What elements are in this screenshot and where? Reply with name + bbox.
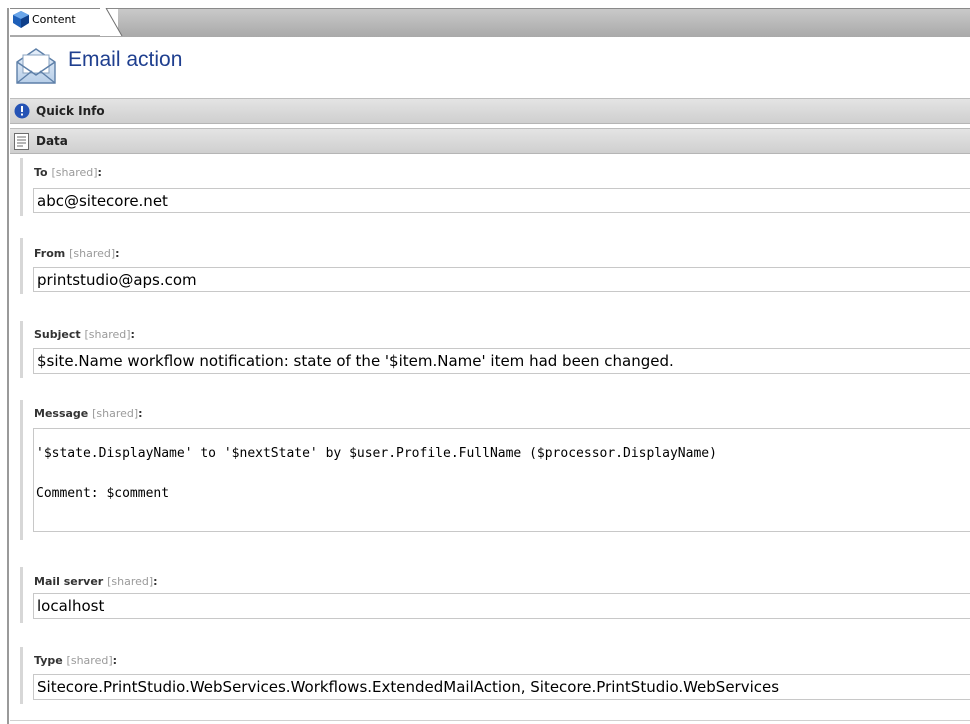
message-line-2: Comment: $comment: [36, 486, 170, 501]
panel-bottom-border: [10, 720, 970, 721]
tab-edge: [100, 8, 123, 36]
type-label-text: Type: [34, 654, 63, 667]
to-label: To [shared]:: [34, 166, 102, 179]
subject-colon: :: [130, 328, 135, 341]
from-shared-tag: [shared]: [69, 247, 116, 260]
tab-strip: Content: [0, 0, 970, 37]
quick-info-section[interactable]: Quick Info: [10, 98, 970, 124]
to-field[interactable]: abc@sitecore.net: [33, 188, 970, 213]
from-field[interactable]: printstudio@aps.com: [33, 267, 970, 292]
from-label-text: From: [34, 247, 66, 260]
panel-left-border: [7, 8, 9, 724]
field-marker: [20, 238, 23, 294]
document-icon: [14, 133, 29, 150]
message-line-1: '$state.DisplayName' to '$nextState' by …: [36, 446, 717, 461]
mail-server-label: Mail server [shared]:: [34, 575, 158, 588]
quick-info-label: Quick Info: [36, 104, 105, 118]
cube-icon: [13, 11, 29, 28]
to-label-text: To: [34, 166, 48, 179]
data-label: Data: [36, 134, 68, 148]
message-colon: :: [138, 407, 143, 420]
tab-bar: [10, 8, 970, 37]
to-shared-tag: [shared]: [51, 166, 98, 179]
message-shared-tag: [shared]: [92, 407, 139, 420]
mail-server-shared-tag: [shared]: [107, 575, 154, 588]
envelope-icon: [16, 48, 56, 84]
message-field[interactable]: '$state.DisplayName' to '$nextState' by …: [33, 428, 970, 532]
from-colon: :: [115, 247, 120, 260]
to-colon: :: [97, 166, 102, 179]
data-section[interactable]: Data: [10, 128, 970, 154]
info-icon: [14, 103, 30, 119]
type-shared-tag: [shared]: [66, 654, 113, 667]
subject-field[interactable]: $site.Name workflow notification: state …: [33, 348, 970, 374]
field-marker: [20, 567, 23, 623]
page-title: Email action: [68, 48, 183, 71]
subject-shared-tag: [shared]: [84, 328, 131, 341]
field-marker: [20, 647, 23, 704]
field-marker: [20, 158, 23, 216]
from-label: From [shared]:: [34, 247, 120, 260]
tab-label: Content: [32, 13, 76, 26]
type-label: Type [shared]:: [34, 654, 117, 667]
mail-server-label-text: Mail server: [34, 575, 104, 588]
subject-label: Subject [shared]:: [34, 328, 135, 341]
type-field[interactable]: Sitecore.PrintStudio.WebServices.Workflo…: [33, 674, 970, 700]
message-label: Message [shared]:: [34, 407, 143, 420]
subject-label-text: Subject: [34, 328, 81, 341]
message-label-text: Message: [34, 407, 89, 420]
field-marker: [20, 400, 23, 540]
field-marker: [20, 321, 23, 378]
type-colon: :: [112, 654, 118, 667]
mail-server-field[interactable]: localhost: [33, 593, 970, 619]
mail-server-colon: :: [153, 575, 158, 588]
